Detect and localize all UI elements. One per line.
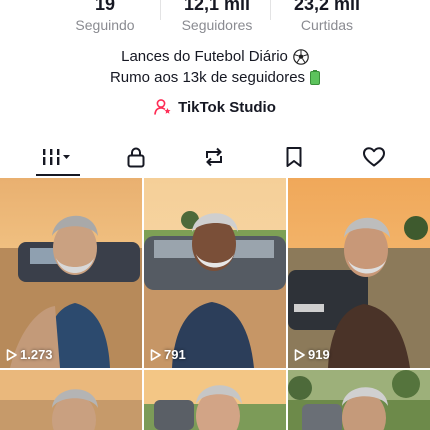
- bio-line-1: Lances do Futebol Diário: [121, 48, 288, 65]
- video-grid: 1.273 791 919: [0, 178, 430, 430]
- tab-private[interactable]: [112, 142, 160, 172]
- play-icon: [294, 348, 305, 361]
- view-count: 791: [150, 347, 186, 362]
- videos-grid-icon: [43, 149, 70, 165]
- view-count-text: 791: [164, 347, 186, 362]
- video-thumbnail-image: [0, 370, 142, 430]
- view-count-text: 1.273: [20, 347, 53, 362]
- likes-count: 23,2 mil: [293, 0, 361, 14]
- video-thumbnail-image: [288, 178, 430, 368]
- video-thumbnail-image: [144, 178, 286, 368]
- stat-divider: [270, 0, 271, 20]
- followers-stat[interactable]: 12,1 mil Seguidores: [162, 0, 272, 34]
- followers-count: 12,1 mil: [183, 0, 251, 14]
- following-stat[interactable]: 19 Seguindo: [50, 0, 160, 34]
- stat-divider: [160, 0, 161, 20]
- active-tab-indicator: [36, 174, 80, 176]
- tab-saved[interactable]: [270, 142, 318, 172]
- view-count: 1.273: [6, 347, 53, 362]
- following-label: Seguindo: [75, 17, 135, 33]
- video-thumbnail[interactable]: [0, 370, 142, 430]
- lock-icon: [127, 147, 145, 168]
- battery-icon: [310, 70, 321, 85]
- view-count-text: 919: [308, 347, 330, 362]
- tab-reposts[interactable]: [190, 142, 238, 172]
- play-icon: [6, 348, 17, 361]
- studio-label: TikTok Studio: [178, 98, 276, 116]
- tab-videos[interactable]: [33, 142, 81, 172]
- video-thumbnail[interactable]: 791: [144, 178, 286, 368]
- followers-label: Seguidores: [181, 17, 253, 33]
- likes-stat[interactable]: 23,2 mil Curtidas: [272, 0, 382, 34]
- heart-icon: [363, 147, 385, 167]
- video-thumbnail-image: [0, 178, 142, 368]
- bookmark-icon: [286, 147, 302, 167]
- video-thumbnail[interactable]: [288, 370, 430, 430]
- bio-line-2: Rumo aos 13k de seguidores: [109, 69, 306, 86]
- video-thumbnail[interactable]: 1.273: [0, 178, 142, 368]
- likes-label: Curtidas: [300, 17, 354, 33]
- following-count: 19: [94, 0, 116, 14]
- profile-stats: 19 Seguindo 12,1 mil Seguidores 23,2 mil…: [0, 0, 430, 36]
- video-thumbnail-image: [144, 370, 286, 430]
- soccer-ball-icon: [293, 48, 309, 65]
- video-thumbnail-image: [288, 370, 430, 430]
- repost-icon: [206, 147, 222, 167]
- studio-person-icon: [154, 99, 171, 115]
- tiktok-studio-link[interactable]: TikTok Studio: [0, 98, 430, 116]
- profile-tabs: [0, 138, 430, 178]
- tab-liked[interactable]: [350, 142, 398, 172]
- video-thumbnail[interactable]: 919: [288, 178, 430, 368]
- view-count: 919: [294, 347, 330, 362]
- play-icon: [150, 348, 161, 361]
- video-thumbnail[interactable]: [144, 370, 286, 430]
- profile-bio: Lances do Futebol Diário Rumo aos 13k de…: [0, 46, 430, 88]
